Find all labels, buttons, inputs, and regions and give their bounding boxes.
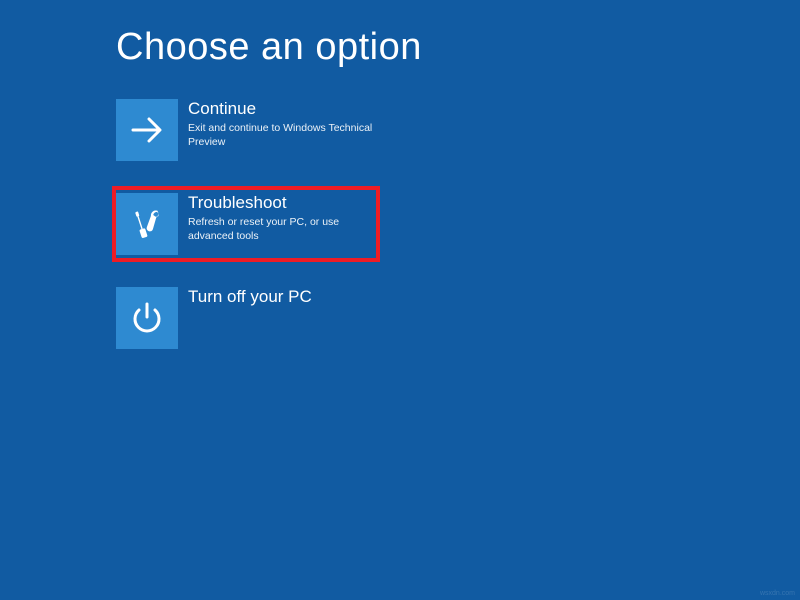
tools-icon [116,193,178,255]
arrow-right-icon [116,99,178,161]
watermark: wsxdn.com [760,590,795,597]
option-continue-desc: Exit and continue to Windows Technical P… [188,121,376,149]
option-troubleshoot-desc: Refresh or reset your PC, or use advance… [188,215,373,243]
option-troubleshoot-text: Troubleshoot Refresh or reset your PC, o… [178,193,373,243]
option-turnoff[interactable]: Turn off your PC [112,280,380,356]
option-turnoff-title: Turn off your PC [188,287,312,307]
option-troubleshoot[interactable]: Troubleshoot Refresh or reset your PC, o… [112,186,380,262]
page-title: Choose an option [116,26,422,69]
option-continue[interactable]: Continue Exit and continue to Windows Te… [112,92,380,168]
option-continue-title: Continue [188,99,376,119]
option-turnoff-text: Turn off your PC [178,287,312,309]
power-icon [116,287,178,349]
options-list: Continue Exit and continue to Windows Te… [112,92,380,374]
option-troubleshoot-title: Troubleshoot [188,193,373,213]
option-continue-text: Continue Exit and continue to Windows Te… [178,99,376,149]
